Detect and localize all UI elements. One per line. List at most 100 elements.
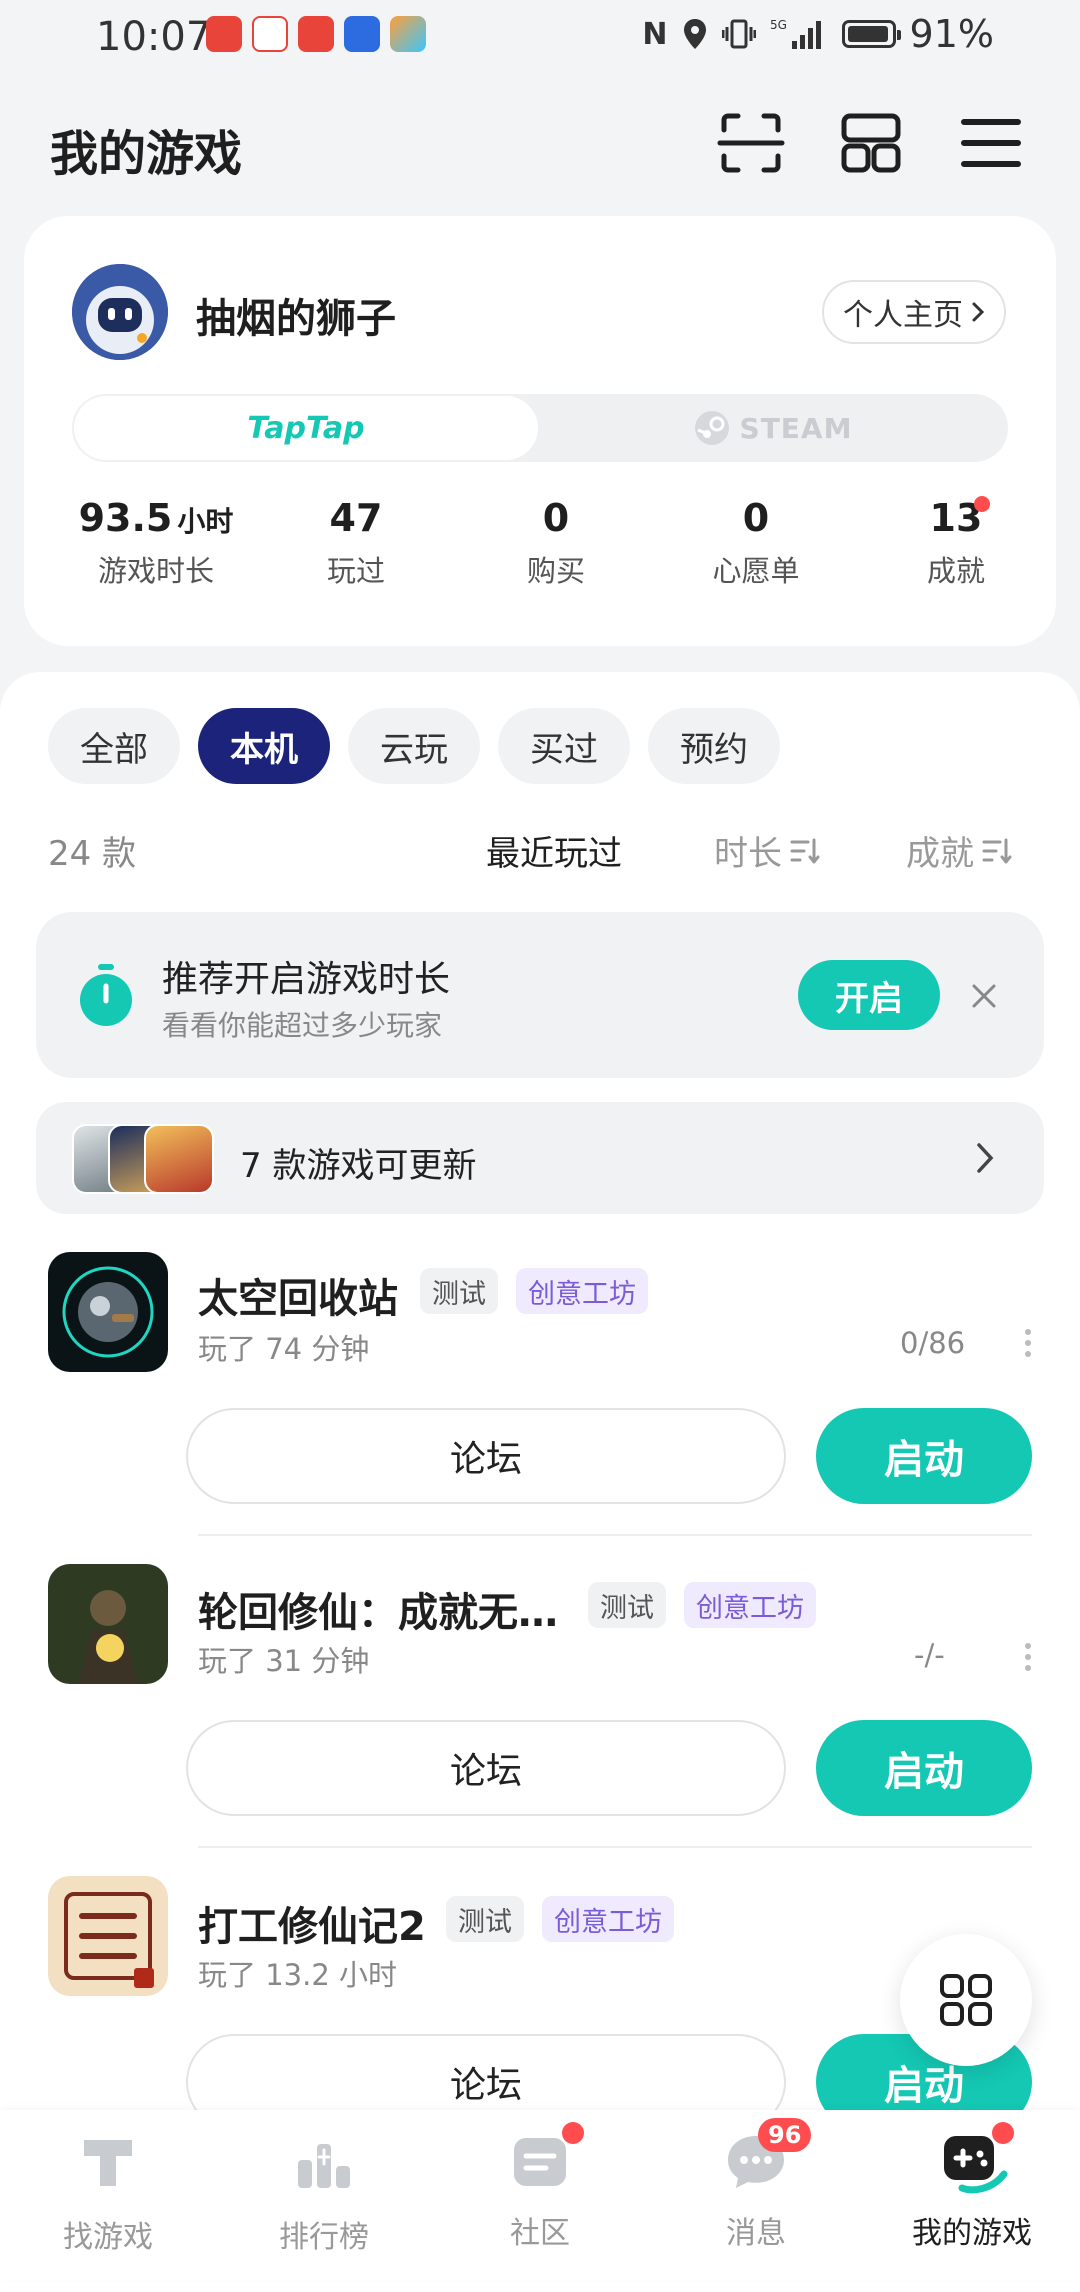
stat-label: 心愿单 <box>712 554 800 588</box>
battery-percent: 91% <box>909 12 994 56</box>
steam-icon <box>694 411 729 445</box>
game-achievement-progress: -/- <box>914 1638 945 1672</box>
tag-workshop: 创意工坊 <box>542 1896 674 1942</box>
game-icon-work-cultivation[interactable] <box>48 1876 168 1996</box>
my-games-new-dot <box>992 2122 1014 2144</box>
my-games-icon-wrap <box>940 2122 1014 2194</box>
nfc-icon: N <box>642 16 668 52</box>
stat-value: 13 <box>929 496 983 540</box>
stat-unit: 小时 <box>177 505 234 538</box>
menu-icon[interactable] <box>956 108 1026 178</box>
enable-playtime-button[interactable]: 开启 <box>798 960 940 1030</box>
battery-icon <box>841 20 901 48</box>
nav-label: 我的游戏 <box>912 2216 1032 2251</box>
more-icon[interactable] <box>1024 1642 1032 1672</box>
floating-grid-button[interactable] <box>900 1934 1032 2066</box>
tag-workshop: 创意工坊 <box>684 1582 816 1628</box>
username[interactable]: 抽烟的狮子 <box>196 286 396 344</box>
signal-icon: 5G <box>770 18 821 49</box>
sort-playtime-label: 时长 <box>714 834 782 874</box>
game-playtime: 玩了 74 分钟 <box>198 1332 370 1366</box>
game-icon-cultivation[interactable] <box>48 1564 168 1684</box>
game-thumbnail <box>144 1124 214 1194</box>
svg-text:5G: 5G <box>770 18 787 32</box>
status-right: N 5G 91% <box>642 12 994 56</box>
game-title[interactable]: 轮回修仙：成就无… <box>198 1580 558 1638</box>
filter-chip-bought[interactable]: 买过 <box>498 708 630 784</box>
nav-ranking[interactable]: 排行榜 <box>244 2130 404 2256</box>
avatar[interactable] <box>72 264 168 360</box>
tag-test: 测试 <box>446 1896 524 1942</box>
stat-played[interactable]: 47 玩过 <box>256 496 456 590</box>
nav-community[interactable]: 社区 <box>460 2122 620 2252</box>
stat-playtime[interactable]: 93.5 小时 游戏时长 <box>56 496 256 590</box>
game-achievement-progress: 0/86 <box>900 1326 966 1360</box>
stat-achievements[interactable]: 13 成就 <box>856 496 1056 590</box>
status-bar: 10:07 N 5G 91% <box>0 0 1080 72</box>
profile-home-button[interactable]: 个人主页 <box>822 280 1006 344</box>
launch-button[interactable]: 启动 <box>816 1408 1032 1504</box>
ranking-icon <box>298 2144 350 2188</box>
filter-chip-all[interactable]: 全部 <box>48 708 180 784</box>
filter-chip-cloud[interactable]: 云玩 <box>348 708 480 784</box>
status-time: 10:07 <box>96 14 212 60</box>
stat-wishlist[interactable]: 0 心愿单 <box>656 496 856 590</box>
stat-label: 玩过 <box>326 554 385 588</box>
game-title[interactable]: 打工修仙记2 <box>198 1894 426 1952</box>
huawei-app-icon <box>206 16 242 52</box>
forum-button[interactable]: 论坛 <box>186 1408 786 1504</box>
vibrate-icon <box>721 19 756 49</box>
tip-subtitle: 看看你能超过多少玩家 <box>162 1009 443 1042</box>
launch-button[interactable]: 启动 <box>816 1720 1032 1816</box>
stat-purchased[interactable]: 0 购买 <box>456 496 656 590</box>
work-cultivation-icon <box>48 1876 168 1996</box>
nav-find-games[interactable]: 找游戏 <box>28 2130 188 2256</box>
sort-achievement[interactable]: 成就 <box>906 826 1012 875</box>
sort-recent[interactable]: 最近玩过 <box>486 826 622 875</box>
sort-playtime[interactable]: 时长 <box>714 826 820 875</box>
game-icon-space-station[interactable] <box>48 1252 168 1372</box>
chevron-right-icon <box>972 302 985 322</box>
location-icon <box>683 19 706 49</box>
status-notification-icons <box>206 16 426 52</box>
tab-steam[interactable]: STEAM <box>540 396 1006 460</box>
toutiao-app-icon <box>298 16 334 52</box>
book-app-icon <box>252 16 288 52</box>
stat-label: 成就 <box>926 554 985 588</box>
nav-label: 社区 <box>510 2216 570 2251</box>
tag-test: 测试 <box>420 1268 498 1314</box>
achievement-new-dot <box>974 496 990 512</box>
stat-value: 0 <box>742 496 770 540</box>
stat-label: 游戏时长 <box>97 554 214 588</box>
find-games-icon <box>84 2140 132 2186</box>
tag-workshop: 创意工坊 <box>516 1268 648 1314</box>
library-grid-icon[interactable] <box>836 108 906 178</box>
taptap-logo-text: TapTap <box>247 410 365 446</box>
filter-chip-local[interactable]: 本机 <box>198 708 330 784</box>
community-new-dot <box>562 2122 584 2144</box>
page-title: 我的游戏 <box>50 126 243 182</box>
nav-my-games[interactable]: 我的游戏 <box>892 2122 1052 2252</box>
sort-order-icon <box>790 838 820 863</box>
nav-label: 消息 <box>726 2216 786 2251</box>
nav-label: 排行榜 <box>279 2220 369 2255</box>
avatar-robot-icon <box>72 264 168 360</box>
tab-taptap[interactable]: TapTap <box>74 396 538 460</box>
message-icon-wrap: 96 <box>724 2118 812 2194</box>
game-title[interactable]: 太空回收站 <box>198 1266 398 1324</box>
nav-messages[interactable]: 96 消息 <box>676 2118 836 2252</box>
message-badge: 96 <box>758 2118 812 2152</box>
divider <box>198 1534 1032 1536</box>
more-icon[interactable] <box>1024 1328 1032 1358</box>
grid-icon <box>940 1974 992 2026</box>
community-icon <box>514 2138 566 2186</box>
stat-value: 47 <box>329 496 383 540</box>
update-thumbnails <box>72 1124 222 1194</box>
steam-label: STEAM <box>739 411 853 445</box>
forum-button[interactable]: 论坛 <box>186 1720 786 1816</box>
divider <box>198 1846 1032 1848</box>
filter-chip-reserved[interactable]: 预约 <box>648 708 780 784</box>
close-icon[interactable] <box>970 982 998 1010</box>
scan-icon[interactable] <box>716 108 786 178</box>
nav-label: 找游戏 <box>63 2220 153 2255</box>
